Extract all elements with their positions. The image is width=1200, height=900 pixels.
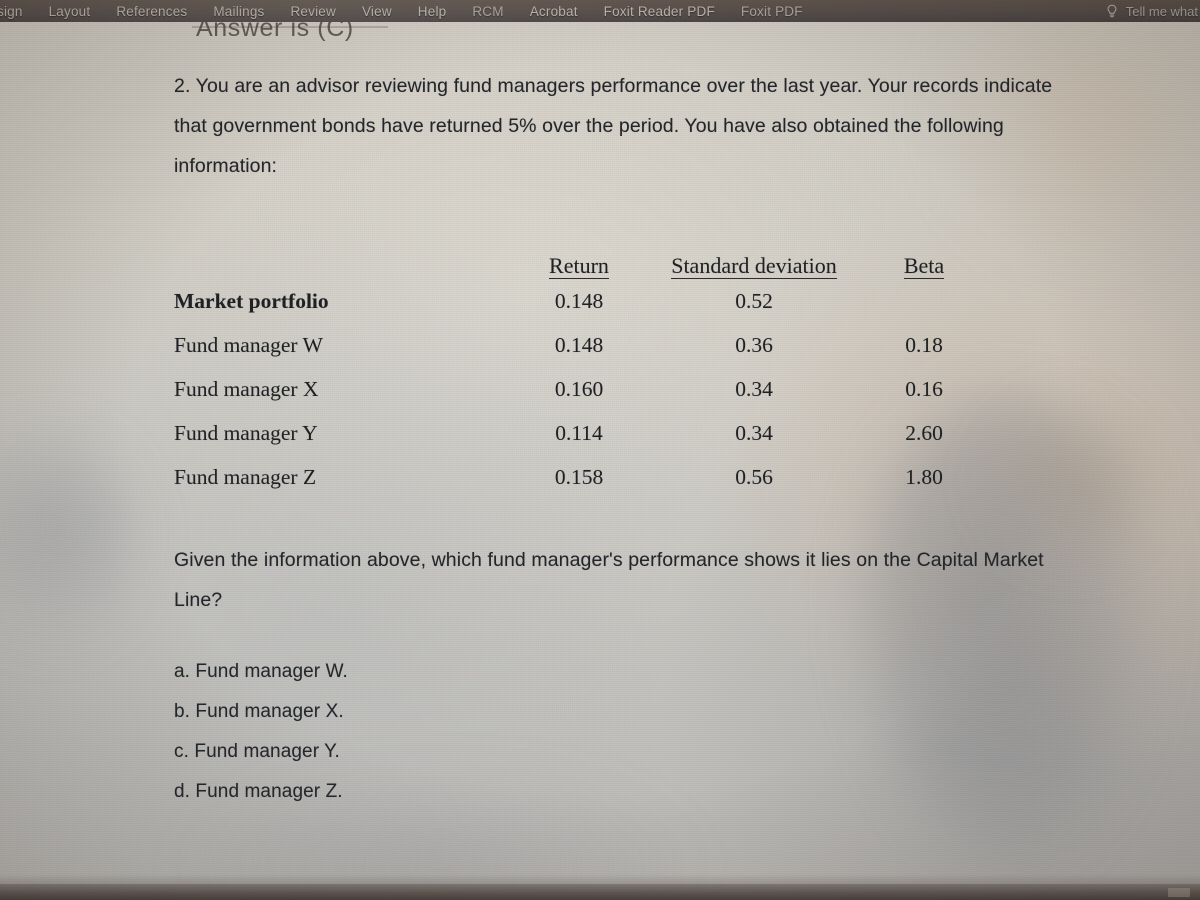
fund-performance-table: Return Standard deviation Beta Market po…	[174, 227, 994, 499]
ribbon-tab-layout[interactable]: Layout	[36, 4, 104, 19]
table-row: Market portfolio 0.148 0.52	[174, 279, 994, 323]
question-prompt-text: Given the information above, which fund …	[174, 549, 1044, 611]
table-body: Market portfolio 0.148 0.52 Fund manager…	[174, 279, 994, 499]
page-bottom-edge	[0, 874, 1200, 884]
row-label-fund-manager-x: Fund manager X	[174, 376, 319, 401]
lightbulb-icon	[1105, 4, 1119, 19]
row-label-fund-manager-w: Fund manager W	[174, 332, 323, 357]
table-header-standard-deviation: Standard deviation	[671, 252, 837, 279]
word-ribbon-tabbar: sign Layout References Mailings Review V…	[0, 0, 1200, 22]
question-stem-text: 2. You are an advisor reviewing fund man…	[174, 75, 1053, 177]
ribbon-tab-rcm[interactable]: RCM	[459, 4, 516, 19]
tell-me-search-label[interactable]: Tell me what	[1126, 4, 1198, 19]
table-row: Fund manager Z 0.158 0.56 1.80	[174, 455, 994, 499]
answer-option-b[interactable]: b. Fund manager X.	[174, 692, 348, 732]
cell-standard-deviation: 0.34	[735, 420, 773, 445]
cell-beta	[854, 279, 994, 323]
document-page: 2. You are an advisor reviewing fund man…	[0, 22, 1200, 900]
ribbon-tab-foxit-pdf[interactable]: Foxit PDF	[728, 4, 816, 19]
ribbon-tab-references[interactable]: References	[103, 4, 200, 19]
ribbon-tab-mailings[interactable]: Mailings	[200, 4, 277, 19]
table-row: Fund manager W 0.148 0.36 0.18	[174, 323, 994, 367]
ribbon-tell-me-group[interactable]: Tell me what	[1105, 0, 1200, 22]
cell-standard-deviation: 0.52	[735, 288, 773, 313]
ribbon-tab-view[interactable]: View	[349, 4, 405, 19]
screenshot-root: sign Layout References Mailings Review V…	[0, 0, 1200, 900]
zoom-slider-handle[interactable]	[1168, 888, 1190, 897]
answer-option-c[interactable]: c. Fund manager Y.	[174, 732, 348, 772]
cell-beta: 0.18	[905, 332, 943, 357]
cell-standard-deviation: 0.56	[735, 464, 773, 489]
cell-return: 0.114	[555, 420, 603, 445]
answer-options-list: a. Fund manager W. b. Fund manager X. c.…	[174, 652, 348, 812]
ribbon-tab-help[interactable]: Help	[405, 4, 460, 19]
word-status-bar[interactable]	[0, 884, 1200, 900]
cell-return: 0.158	[554, 464, 604, 489]
answer-option-d[interactable]: d. Fund manager Z.	[174, 772, 348, 812]
cell-return: 0.148	[554, 332, 604, 357]
table-header-return: Return	[549, 252, 609, 279]
cell-beta: 2.60	[905, 420, 943, 445]
ribbon-tab-list: sign Layout References Mailings Review V…	[0, 0, 816, 22]
ribbon-tab-design[interactable]: sign	[0, 4, 36, 19]
row-label-market-portfolio: Market portfolio	[174, 288, 329, 313]
ribbon-tab-foxit-reader-pdf[interactable]: Foxit Reader PDF	[591, 4, 728, 19]
table-header-blank	[174, 227, 504, 279]
cell-standard-deviation: 0.36	[735, 332, 773, 357]
answer-option-a[interactable]: a. Fund manager W.	[174, 652, 348, 692]
table-header-beta: Beta	[903, 252, 945, 279]
cell-beta: 0.16	[905, 376, 943, 401]
cell-beta: 1.80	[905, 464, 943, 489]
row-label-fund-manager-y: Fund manager Y	[174, 420, 318, 445]
cell-return: 0.148	[554, 288, 604, 313]
cell-standard-deviation: 0.34	[735, 376, 773, 401]
ribbon-tab-review[interactable]: Review	[277, 4, 348, 19]
row-label-fund-manager-z: Fund manager Z	[174, 464, 317, 489]
ribbon-tab-acrobat[interactable]: Acrobat	[517, 4, 591, 19]
cell-return: 0.160	[554, 376, 604, 401]
table-row: Fund manager X 0.160 0.34 0.16	[174, 367, 994, 411]
table-header-row: Return Standard deviation Beta	[174, 227, 994, 279]
table-row: Fund manager Y 0.114 0.34 2.60	[174, 411, 994, 455]
answer-annotation-strikethrough	[192, 26, 388, 28]
